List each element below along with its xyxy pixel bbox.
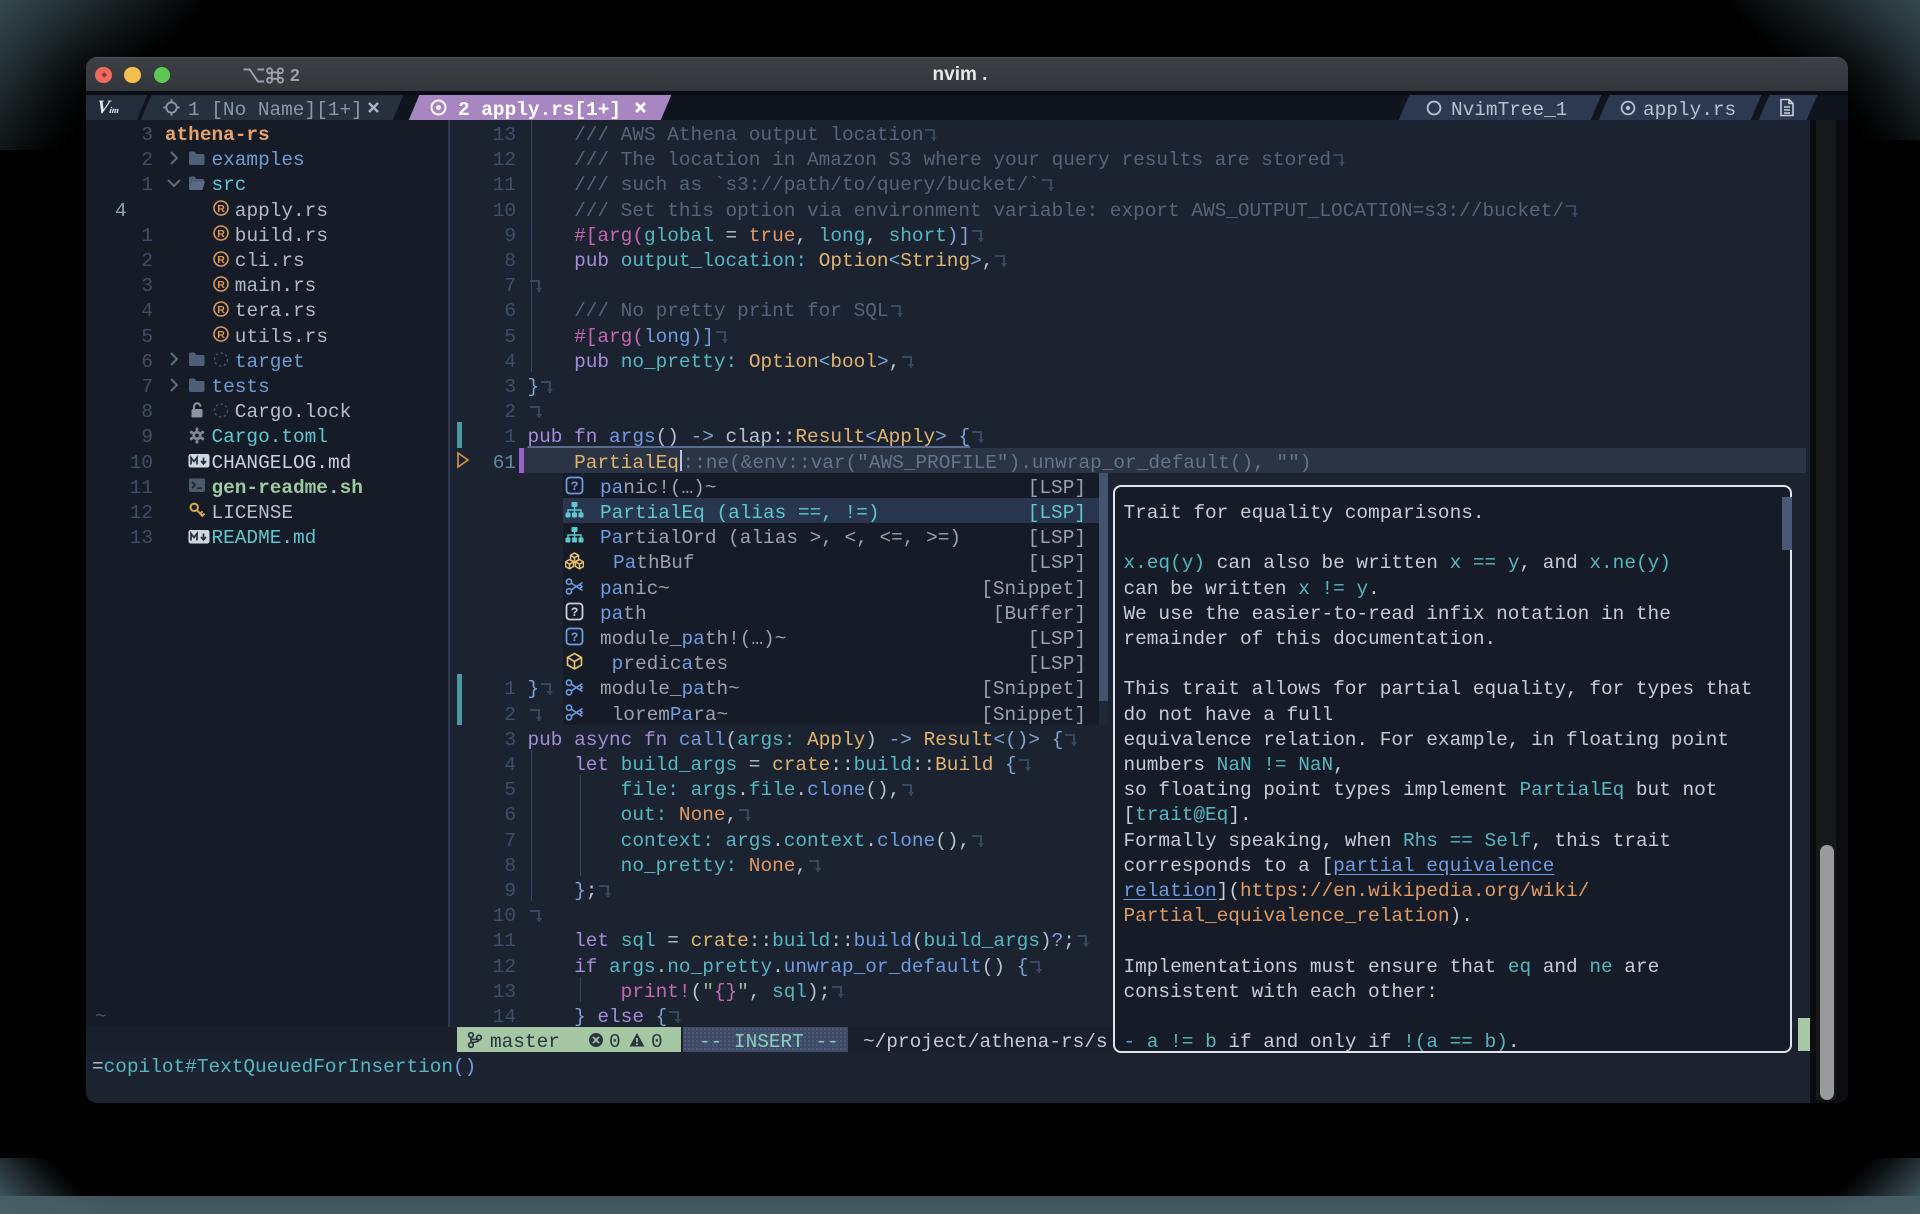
- svg-text:R: R: [217, 203, 225, 215]
- svg-text:R: R: [217, 254, 225, 266]
- svg-text:R: R: [217, 304, 225, 316]
- svg-text:R: R: [217, 329, 225, 341]
- svg-text:R: R: [217, 279, 225, 291]
- svg-text:R: R: [217, 228, 225, 240]
